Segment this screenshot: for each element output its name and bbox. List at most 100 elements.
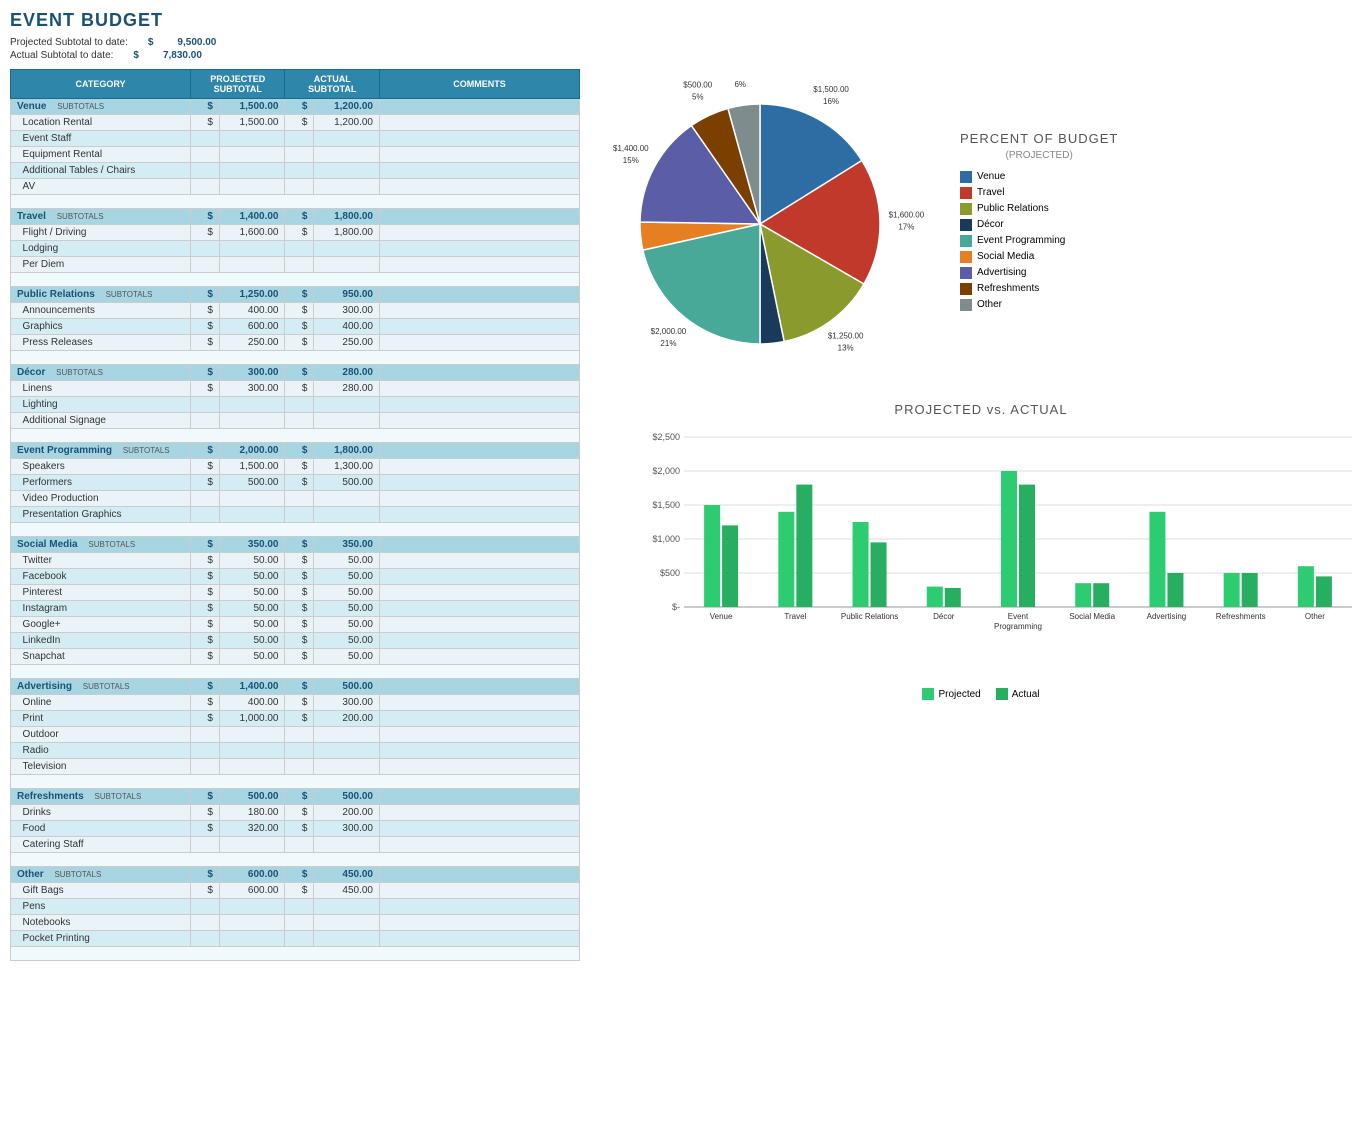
category-projected-value: 2,000.00	[219, 443, 285, 459]
item-comments	[380, 931, 580, 947]
actual-bar-Other	[1316, 576, 1332, 607]
category-row: Social Media SUBTOTALS $ 350.00 $ 350.00	[11, 537, 580, 553]
item-actual-value: 50.00	[314, 585, 380, 601]
item-name: Television	[11, 759, 191, 775]
projected-value: 9,500.00	[177, 37, 216, 48]
item-comments	[380, 397, 580, 413]
y-label-1500: $1,500	[652, 500, 680, 510]
y-label-500: $500	[660, 568, 680, 578]
category-projected-dollar: $	[191, 287, 220, 303]
category-name: Advertising SUBTOTALS	[11, 679, 191, 695]
projected-bar-Public-Relations	[853, 522, 869, 607]
item-name: Radio	[11, 743, 191, 759]
item-projected-value: 400.00	[219, 695, 285, 711]
item-name: Press Releases	[11, 335, 191, 351]
category-projected-value: 1,400.00	[219, 209, 285, 225]
item-actual-value	[314, 759, 380, 775]
item-projected-value: 400.00	[219, 303, 285, 319]
item-projected-dollar	[191, 131, 220, 147]
item-projected-value: 600.00	[219, 319, 285, 335]
item-actual-value	[314, 727, 380, 743]
item-comments	[380, 821, 580, 837]
category-actual-value: 450.00	[314, 867, 380, 883]
pie-label-8: $400.006%	[726, 79, 755, 89]
item-actual-dollar	[285, 131, 314, 147]
category-projected-value: 1,500.00	[219, 99, 285, 115]
item-projected-dollar	[191, 397, 220, 413]
category-actual-value: 500.00	[314, 679, 380, 695]
category-projected-dollar: $	[191, 537, 220, 553]
x-label-3: Décor	[933, 612, 955, 621]
category-projected-value: 500.00	[219, 789, 285, 805]
legend-color-box	[960, 219, 972, 231]
item-projected-value: 1,500.00	[219, 115, 285, 131]
item-name: Per Diem	[11, 257, 191, 273]
bar-legend-label: Projected	[938, 689, 980, 700]
category-actual-dollar: $	[285, 287, 314, 303]
table-row: Event Staff	[11, 131, 580, 147]
item-projected-dollar: $	[191, 695, 220, 711]
table-row: Food $ 320.00 $ 300.00	[11, 821, 580, 837]
item-projected-value: 300.00	[219, 381, 285, 397]
item-actual-value	[314, 163, 380, 179]
item-projected-dollar	[191, 727, 220, 743]
item-comments	[380, 915, 580, 931]
category-projected-dollar: $	[191, 99, 220, 115]
pie-subtitle: (PROJECTED)	[960, 150, 1118, 161]
table-row: Pocket Printing	[11, 931, 580, 947]
category-name: Public Relations SUBTOTALS	[11, 287, 191, 303]
category-row: Advertising SUBTOTALS $ 1,400.00 $ 500.0…	[11, 679, 580, 695]
item-projected-value: 500.00	[219, 475, 285, 491]
item-projected-dollar	[191, 413, 220, 429]
actual-bar-Refreshments	[1242, 573, 1258, 607]
table-row: Linens $ 300.00 $ 280.00	[11, 381, 580, 397]
category-comments	[380, 789, 580, 805]
legend-item-venue: Venue	[960, 171, 1118, 183]
category-projected-value: 1,400.00	[219, 679, 285, 695]
category-actual-dollar: $	[285, 443, 314, 459]
category-comments	[380, 443, 580, 459]
category-projected-dollar: $	[191, 867, 220, 883]
item-actual-dollar: $	[285, 633, 314, 649]
item-comments	[380, 805, 580, 821]
item-actual-dollar	[285, 899, 314, 915]
category-name: Other SUBTOTALS	[11, 867, 191, 883]
item-comments	[380, 475, 580, 491]
item-name: Snapchat	[11, 649, 191, 665]
legend-color-box	[960, 171, 972, 183]
page-title: EVENT BUDGET	[10, 10, 1360, 31]
item-actual-value: 200.00	[314, 805, 380, 821]
category-projected-value: 1,250.00	[219, 287, 285, 303]
item-name: Lighting	[11, 397, 191, 413]
item-comments	[380, 837, 580, 853]
pie-label-1: $1,600.0017%	[889, 211, 925, 232]
actual-bar-Advertising	[1167, 573, 1183, 607]
header-category: CATEGORY	[11, 70, 191, 99]
item-projected-dollar	[191, 899, 220, 915]
item-comments	[380, 459, 580, 475]
bar-chart-svg: $-$500$1,000$1,500$2,000$2,500VenueTrave…	[642, 427, 1362, 647]
item-actual-value: 300.00	[314, 821, 380, 837]
item-projected-value: 1,000.00	[219, 711, 285, 727]
pie-chart-section: $1,500.0016%$1,600.0017%$1,250.0013%$2,0…	[590, 69, 1370, 372]
table-row: Presentation Graphics	[11, 507, 580, 523]
legend-color-box	[960, 299, 972, 311]
item-projected-dollar: $	[191, 335, 220, 351]
item-actual-dollar	[285, 727, 314, 743]
item-comments	[380, 569, 580, 585]
item-actual-dollar: $	[285, 711, 314, 727]
item-actual-value	[314, 899, 380, 915]
category-actual-dollar: $	[285, 867, 314, 883]
item-name: AV	[11, 179, 191, 195]
category-actual-value: 500.00	[314, 789, 380, 805]
category-name: Social Media SUBTOTALS	[11, 537, 191, 553]
x-label-1: Travel	[784, 612, 806, 621]
item-actual-value	[314, 179, 380, 195]
item-actual-value	[314, 743, 380, 759]
bar-legend-projected: Projected	[922, 688, 980, 700]
pie-title: PERCENT OF BUDGET	[960, 131, 1118, 146]
table-row: Radio	[11, 743, 580, 759]
pie-legend: VenueTravelPublic RelationsDécorEvent Pr…	[960, 171, 1118, 311]
item-projected-dollar	[191, 931, 220, 947]
legend-item-décor: Décor	[960, 219, 1118, 231]
